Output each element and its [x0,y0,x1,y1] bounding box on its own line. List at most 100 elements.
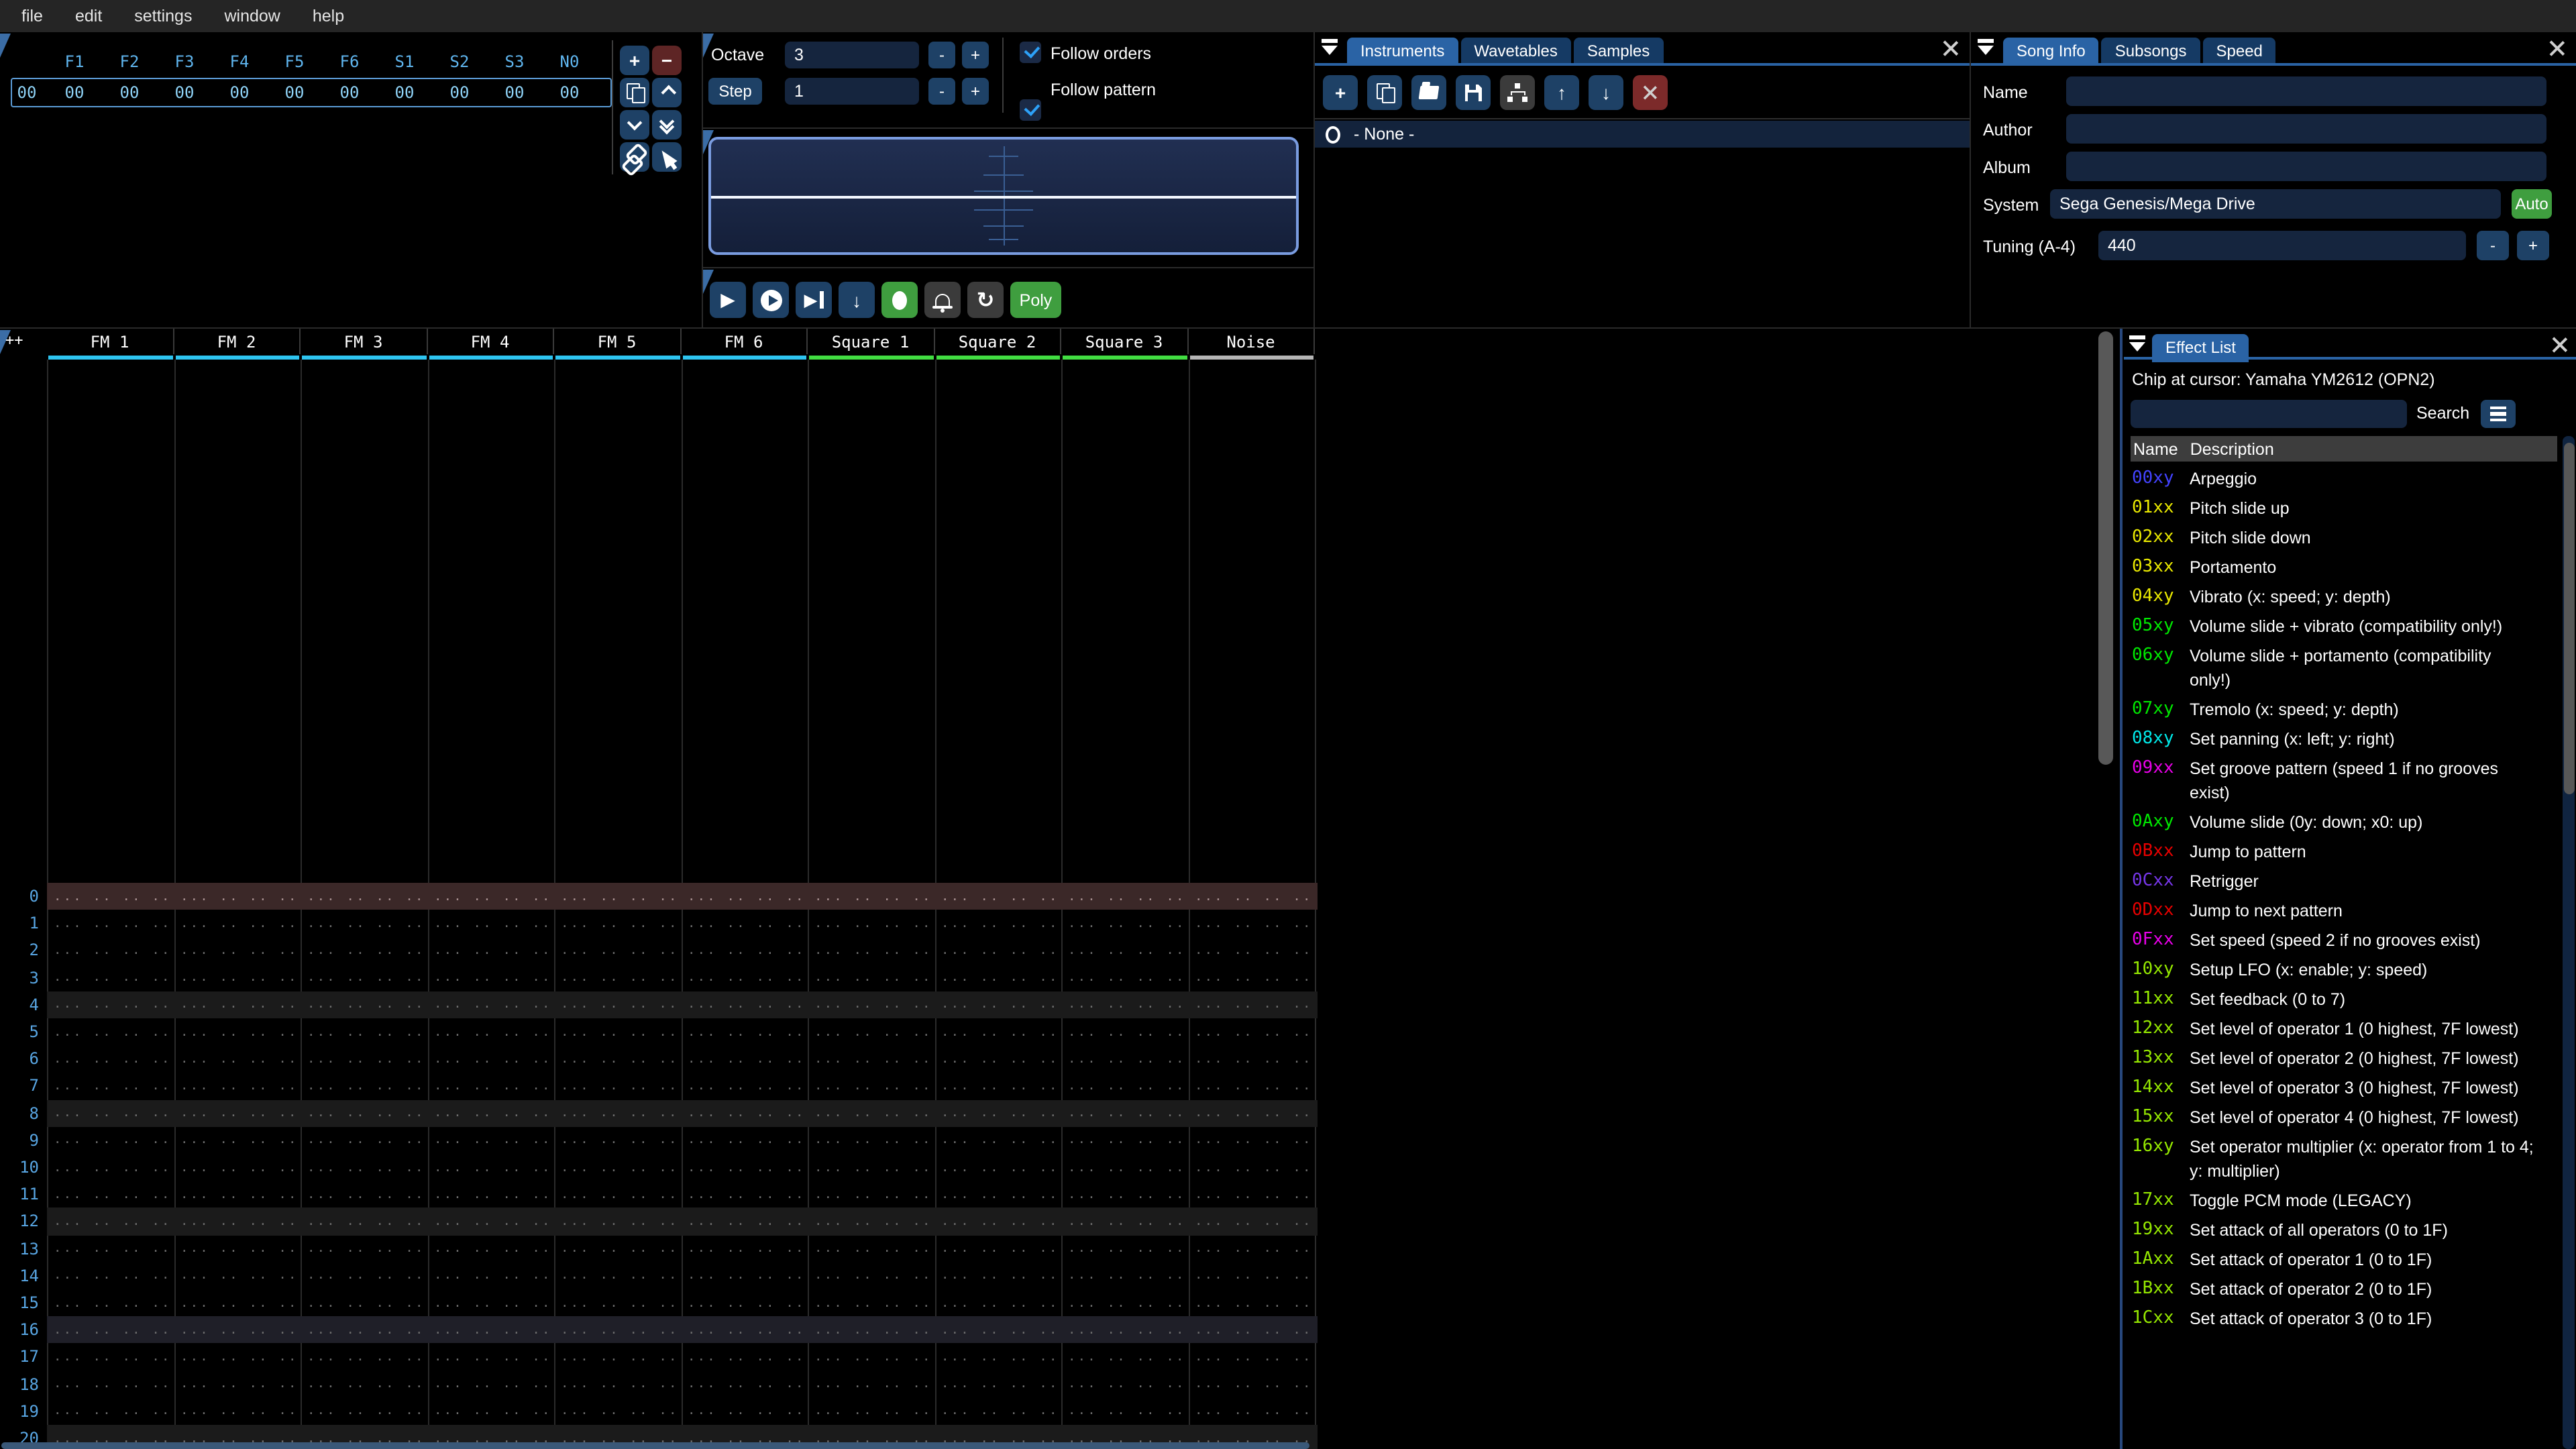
pattern-cell[interactable]: ... .. .. .... [427,1187,554,1202]
pattern-cell[interactable]: ... .. .. .... [554,1241,681,1256]
pattern-cell[interactable]: ... .. .. .... [174,998,301,1012]
pattern-cell[interactable]: ... .. .. .... [427,916,554,931]
step-input[interactable]: 1 [785,78,919,105]
effect-row-08xy[interactable]: 08xy Set panning (x: left; y: right) [2132,727,2561,751]
pattern-cell[interactable]: ... .. .. .... [174,1024,301,1039]
pattern-cell[interactable]: ... .. .. .... [301,1323,427,1338]
open-instrument-button[interactable] [1411,75,1446,110]
play-button[interactable]: ▶ [710,282,746,318]
pattern-cell[interactable]: ... .. .. .... [554,916,681,931]
order-value-F1[interactable]: 00 [47,83,102,102]
pattern-cell[interactable]: ... .. .. .... [1061,1214,1188,1229]
step-one-row-button[interactable]: ↓ [839,282,875,318]
order-value-N0[interactable]: 00 [542,83,597,102]
system-auto-button[interactable]: Auto [2512,189,2552,219]
pattern-cell[interactable]: ... .. .. .... [301,1133,427,1148]
menu-item-window[interactable]: window [208,0,296,32]
order-value-F6[interactable]: 00 [322,83,377,102]
pattern-cell[interactable]: ... .. .. .... [174,1377,301,1391]
pattern-cell[interactable]: ... .. .. .... [1061,998,1188,1012]
effect-table-header[interactable]: Name Description [2131,436,2557,462]
pattern-cell[interactable]: ... .. .. .... [301,1214,427,1229]
pattern-cell[interactable]: ... .. .. .... [174,1241,301,1256]
pattern-corner-button[interactable]: ++ [5,331,23,349]
tuning-increase-button[interactable]: + [2517,231,2549,260]
pattern-cell[interactable]: ... .. .. .... [301,1350,427,1364]
move-instrument-up-button[interactable]: ↑ [1544,75,1579,110]
pattern-cell[interactable]: ... .. .. .... [808,1323,934,1338]
pattern-cell[interactable]: ... .. .. .... [1061,1024,1188,1039]
pattern-cell[interactable]: ... .. .. .... [1188,1241,1315,1256]
tab-song-info[interactable]: Song Info [2003,38,2099,66]
pattern-cell[interactable]: ... .. .. .... [301,1160,427,1175]
move-order-down-button[interactable] [620,110,649,140]
pattern-cell[interactable]: ... .. .. .... [427,1133,554,1148]
pattern-cell[interactable]: ... .. .. .... [301,1377,427,1391]
pattern-cell[interactable]: ... .. .. .... [47,1160,174,1175]
pattern-cell[interactable]: ... .. .. .... [174,1133,301,1148]
channel-header-fm-5[interactable]: FM 5 [554,329,681,354]
pattern-cell[interactable]: ... .. .. .... [301,1052,427,1067]
pattern-cell[interactable]: ... .. .. .... [1061,1106,1188,1120]
pattern-cell[interactable]: ... .. .. .... [427,1295,554,1310]
pattern-row-15[interactable]: 15... .. .. ....... .. .. ....... .. .. … [0,1289,1318,1316]
channel-header-fm-6[interactable]: FM 6 [681,329,808,354]
pattern-cell[interactable]: ... .. .. .... [808,1350,934,1364]
effect-list-scrollbar-track[interactable] [2563,436,2575,1449]
duplicate-instrument-button[interactable] [1367,75,1402,110]
pattern-cell[interactable]: ... .. .. .... [1188,1052,1315,1067]
pattern-cell[interactable]: ... .. .. .... [47,1187,174,1202]
tab-subsongs[interactable]: Subsongs [2101,38,2200,66]
pattern-cell[interactable]: ... .. .. .... [681,970,808,985]
follow-orders-checkbox[interactable] [1020,42,1041,63]
effect-row-0Cxx[interactable]: 0Cxx Retrigger [2132,869,2561,894]
pattern-cell[interactable]: ... .. .. .... [681,1214,808,1229]
pattern-cell[interactable]: ... .. .. .... [1188,998,1315,1012]
pattern-cell[interactable]: ... .. .. .... [1061,1323,1188,1338]
pattern-row-7[interactable]: 7... .. .. ....... .. .. ....... .. .. .… [0,1073,1318,1099]
pattern-cell[interactable]: ... .. .. .... [1061,1377,1188,1391]
pattern-cell[interactable]: ... .. .. .... [1061,1350,1188,1364]
pattern-cell[interactable]: ... .. .. .... [554,1350,681,1364]
pattern-cell[interactable]: ... .. .. .... [808,943,934,958]
pattern-cell[interactable]: ... .. .. .... [1188,1377,1315,1391]
effect-row-15xx[interactable]: 15xx Set level of operator 4 (0 highest, … [2132,1106,2561,1130]
pattern-cell[interactable]: ... .. .. .... [808,889,934,904]
pattern-cell[interactable]: ... .. .. .... [1061,1404,1188,1419]
duplicate-order-to-end-button[interactable] [652,110,682,140]
change-all-orders-button[interactable] [620,142,649,172]
pattern-cell[interactable]: ... .. .. .... [47,916,174,931]
order-value-S3[interactable]: 00 [487,83,542,102]
channel-header-fm-1[interactable]: FM 1 [47,329,174,354]
pattern-cell[interactable]: ... .. .. .... [934,1241,1061,1256]
move-instrument-down-button[interactable]: ↓ [1589,75,1623,110]
pattern-cell[interactable]: ... .. .. .... [934,1133,1061,1148]
effect-row-02xx[interactable]: 02xx Pitch slide down [2132,526,2561,550]
pattern-cell[interactable]: ... .. .. .... [301,1106,427,1120]
metronome-button[interactable] [924,282,961,318]
pattern-cell[interactable]: ... .. .. .... [301,1079,427,1093]
pattern-cell[interactable]: ... .. .. .... [934,1350,1061,1364]
pattern-cell[interactable]: ... .. .. .... [934,1295,1061,1310]
tab-instruments[interactable]: Instruments [1347,38,1458,66]
pattern-row-4[interactable]: 4... .. .. ....... .. .. ....... .. .. .… [0,991,1318,1018]
pattern-cell[interactable]: ... .. .. .... [427,1350,554,1364]
tab-speed[interactable]: Speed [2202,38,2276,66]
pattern-cell[interactable]: ... .. .. .... [554,1079,681,1093]
pattern-cell[interactable]: ... .. .. .... [554,889,681,904]
pattern-cell[interactable]: ... .. .. .... [427,1079,554,1093]
pattern-cell[interactable]: ... .. .. .... [47,1024,174,1039]
pattern-cell[interactable]: ... .. .. .... [174,1052,301,1067]
pattern-cell[interactable]: ... .. .. .... [301,1187,427,1202]
pattern-cell[interactable]: ... .. .. .... [1188,1214,1315,1229]
pattern-cell[interactable]: ... .. .. .... [47,1269,174,1283]
pattern-cell[interactable]: ... .. .. .... [934,1377,1061,1391]
pattern-cell[interactable]: ... .. .. .... [47,1350,174,1364]
play-from-beginning-button[interactable] [753,282,789,318]
order-value-F5[interactable]: 00 [267,83,322,102]
pattern-cell[interactable]: ... .. .. .... [808,1133,934,1148]
pattern-cell[interactable]: ... .. .. .... [427,1323,554,1338]
pattern-cell[interactable]: ... .. .. .... [808,1160,934,1175]
pattern-cell[interactable]: ... .. .. .... [554,1133,681,1148]
channel-header-fm-3[interactable]: FM 3 [301,329,427,354]
